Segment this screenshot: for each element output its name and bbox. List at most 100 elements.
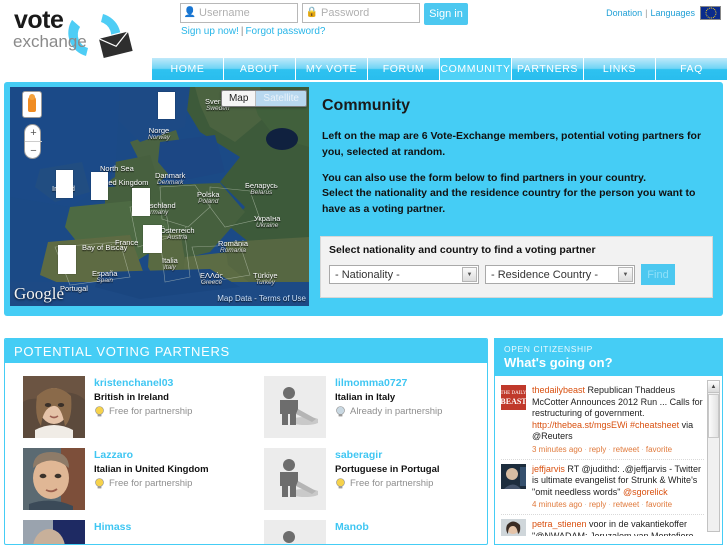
- partner-card[interactable]: kristenchanel03 British in Ireland Free fo…: [5, 371, 246, 443]
- partner-nationality: Italian in United Kingdom: [94, 464, 209, 475]
- signup-link[interactable]: Sign up now!: [181, 26, 239, 37]
- news-title: What's going on?: [504, 355, 613, 370]
- avatar[interactable]: [264, 376, 326, 438]
- tweet-action-retweet[interactable]: retweet: [613, 445, 639, 454]
- partner-card[interactable]: Lazzaro Italian in United Kingdom Free for…: [5, 443, 246, 515]
- partners-row: kristenchanel03 British in Ireland Free fo…: [5, 371, 487, 443]
- partner-nationality: Portuguese in Portugal: [335, 464, 440, 475]
- partners-grid: kristenchanel03 British in Ireland Free fo…: [5, 363, 487, 544]
- tweet-username[interactable]: jeffjarvis: [532, 464, 565, 474]
- news-scrollbar[interactable]: ▲: [707, 380, 720, 532]
- zoom-in-button[interactable]: +: [25, 125, 42, 142]
- avatar[interactable]: [23, 448, 85, 510]
- terms-of-use-link[interactable]: Terms of Use: [259, 294, 306, 303]
- tweet-avatar[interactable]: THE DAILY BEAST: [501, 385, 526, 410]
- tweet-action-retweet[interactable]: retweet: [613, 500, 639, 509]
- map-member-marker[interactable]: [58, 245, 76, 274]
- residence-country-select[interactable]: - Residence Country - ▼: [485, 265, 635, 284]
- map-type-map-button[interactable]: Map: [221, 91, 257, 106]
- nav-item-home[interactable]: HOME: [152, 58, 224, 80]
- partner-card[interactable]: saberagir Portuguese in Portugal Free for …: [246, 443, 487, 515]
- tweet-avatar[interactable]: [501, 463, 526, 489]
- site-logo[interactable]: vote exchange: [8, 4, 148, 62]
- map-type-satellite-button[interactable]: Satellite: [256, 91, 306, 106]
- map-label: ΕΛΛάς Greece: [200, 272, 223, 287]
- avatar[interactable]: [23, 376, 85, 438]
- news-feed[interactable]: THE DAILY BEAST thedailybeast Republican T…: [495, 376, 722, 536]
- signin-button[interactable]: Sign in: [424, 3, 468, 25]
- map-member-marker[interactable]: [132, 188, 150, 216]
- tweet-item[interactable]: THE DAILY BEAST thedailybeast Republican T…: [501, 381, 704, 460]
- community-paragraph-3: Select the nationality and the residence…: [322, 187, 696, 215]
- chevron-down-icon[interactable]: ▼: [618, 267, 633, 282]
- map-member-marker[interactable]: [56, 170, 73, 198]
- nationality-select[interactable]: - Nationality - ▼: [329, 265, 479, 284]
- tweet-meta-separator: ·: [608, 444, 611, 454]
- streetview-pegman-icon[interactable]: [22, 91, 42, 118]
- tweet-link[interactable]: @sgorelick: [623, 487, 668, 497]
- map-member-marker[interactable]: [143, 225, 162, 253]
- find-button[interactable]: Find: [641, 264, 675, 285]
- zoom-out-button[interactable]: −: [25, 142, 42, 159]
- partner-username[interactable]: Lazzaro: [94, 449, 209, 461]
- tweet-username[interactable]: petra_stienen: [532, 519, 587, 529]
- scrollbar-thumb[interactable]: [708, 394, 719, 438]
- svg-text:THE DAILY: THE DAILY: [501, 391, 526, 396]
- tweet-body: petra_stienen voor in de vakantiekoffer …: [532, 519, 704, 536]
- partner-card[interactable]: Manob: [246, 515, 487, 544]
- partner-card[interactable]: Himass: [5, 515, 246, 544]
- person-placeholder-icon: [283, 531, 295, 543]
- partner-username[interactable]: Himass: [94, 521, 131, 533]
- tweet-meta-separator: ·: [608, 500, 611, 510]
- tweet-action-reply[interactable]: reply: [589, 445, 606, 454]
- username-field-wrap[interactable]: 👤: [180, 3, 298, 23]
- nav-item-links[interactable]: LINKS: [584, 58, 656, 80]
- tweet-avatar[interactable]: [501, 519, 526, 536]
- tweet-action-reply[interactable]: reply: [589, 500, 606, 509]
- map-label: Norge Norway: [148, 127, 170, 142]
- tweet-username[interactable]: thedailybeast: [532, 385, 585, 395]
- tweet-action-favorite[interactable]: favorite: [646, 445, 672, 454]
- tweet-action-favorite[interactable]: favorite: [646, 500, 672, 509]
- daily-beast-logo-icon: THE DAILYBEAST: [501, 385, 526, 410]
- map-member-marker[interactable]: [91, 172, 108, 200]
- partner-username[interactable]: kristenchanel03: [94, 377, 192, 389]
- donation-link[interactable]: Donation: [606, 8, 642, 18]
- map-zoom-controls: + −: [24, 124, 42, 159]
- page-root: vote exchange 👤 🔒 Sign in Sign up now!|F…: [0, 0, 727, 545]
- avatar[interactable]: [264, 520, 326, 544]
- partner-username[interactable]: lilmomma0727: [335, 377, 442, 389]
- avatar[interactable]: [23, 520, 85, 544]
- tweet-link[interactable]: http://thebea.st/mgsEWi #cheatsheet: [532, 420, 679, 430]
- nav-item-about[interactable]: ABOUT: [224, 58, 296, 80]
- tweet-text: petra_stienen voor in de vakantiekoffer …: [532, 519, 704, 536]
- partner-username[interactable]: saberagir: [335, 449, 440, 461]
- eu-flag-icon[interactable]: [700, 6, 721, 20]
- username-input[interactable]: [199, 5, 295, 21]
- map-container[interactable]: SverigeSwedenSuomiFinlandNorgeNorwayNort…: [10, 87, 309, 306]
- tweet-item[interactable]: petra_stienen voor in de vakantiekoffer …: [501, 515, 704, 536]
- password-input[interactable]: [321, 5, 417, 21]
- nav-item-faq[interactable]: FAQ: [656, 58, 727, 80]
- map-label-name: Portugal: [60, 284, 88, 293]
- partner-info: saberagir Portuguese in Portugal Free for …: [335, 448, 440, 510]
- svg-text:vote: vote: [14, 6, 64, 34]
- nav-item-my-vote[interactable]: MY VOTE: [296, 58, 368, 80]
- nav-item-forum[interactable]: FORUM: [368, 58, 440, 80]
- map-label-name: Bay of Biscay: [82, 243, 128, 252]
- chevron-down-icon[interactable]: ▼: [462, 267, 477, 282]
- avatar[interactable]: [264, 448, 326, 510]
- forgot-password-link[interactable]: Forgot password?: [245, 26, 325, 37]
- partners-row: Himass Manob: [5, 515, 487, 544]
- map-data-link[interactable]: Map Data: [217, 294, 252, 303]
- map-member-marker[interactable]: [158, 92, 175, 119]
- tweet-item[interactable]: jeffjarvis RT @judithd: .@jeffjarvis - T…: [501, 460, 704, 516]
- password-field-wrap[interactable]: 🔒: [302, 3, 420, 23]
- nav-item-community[interactable]: COMMUNITY: [440, 58, 512, 80]
- nav-item-partners[interactable]: PARTNERS: [512, 58, 584, 80]
- tweet-timestamp: 3 minutes ago: [532, 444, 583, 454]
- partner-card[interactable]: lilmomma0727 Italian in Italy Already in p…: [246, 371, 487, 443]
- scroll-up-button[interactable]: ▲: [708, 381, 719, 393]
- languages-link[interactable]: Languages: [650, 8, 695, 18]
- partner-username[interactable]: Manob: [335, 521, 369, 533]
